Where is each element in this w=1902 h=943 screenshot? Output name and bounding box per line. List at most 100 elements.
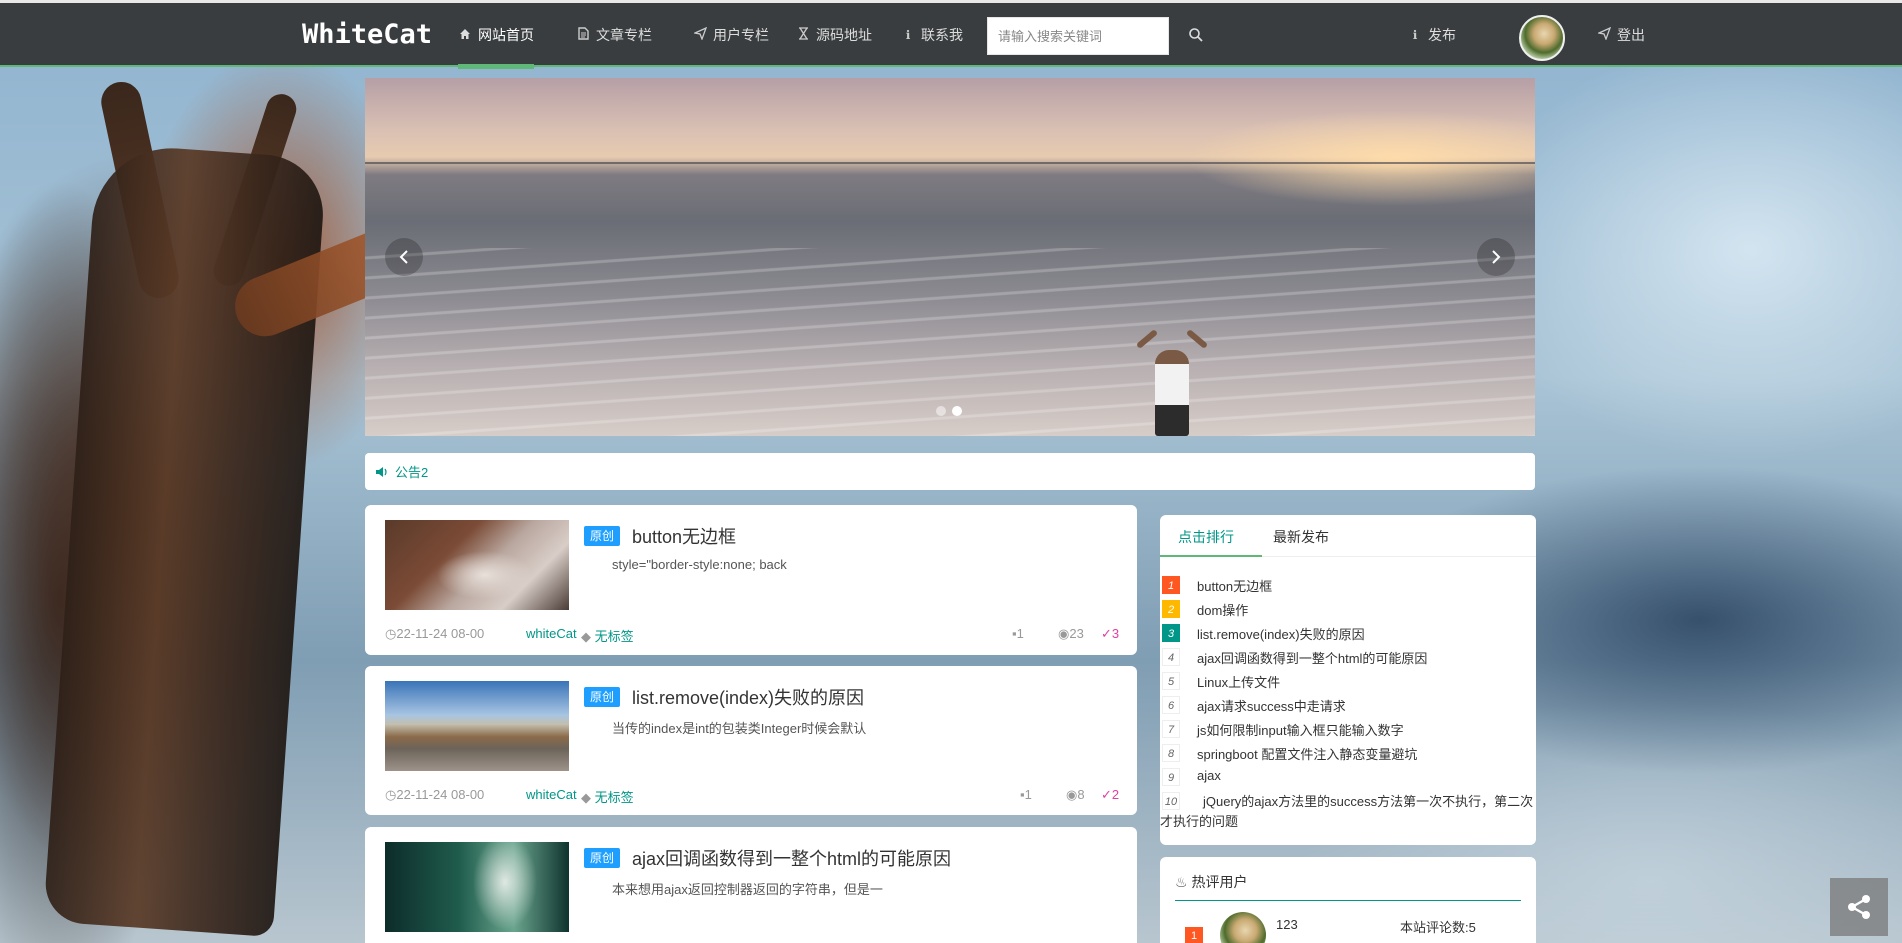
rank-panel: 点击排行 最新发布 1 button无边框 2 dom操作 3 list.remove… bbox=[1160, 515, 1536, 845]
hot-user-name[interactable]: 123 bbox=[1276, 917, 1298, 932]
rank-tabs: 点击排行 最新发布 bbox=[1160, 515, 1536, 557]
tag-icon: ◆ bbox=[581, 629, 591, 644]
rank-item[interactable]: 3 list.remove(index)失败的原因 bbox=[1160, 621, 1536, 645]
info-icon: ℹ bbox=[905, 28, 911, 42]
article-title[interactable]: ajax回调函数得到一整个html的可能原因 bbox=[632, 845, 951, 871]
site-logo[interactable]: WhiteCat bbox=[302, 19, 432, 50]
rank-title[interactable]: button无边框 bbox=[1197, 576, 1272, 595]
search-button[interactable] bbox=[1188, 27, 1206, 45]
search-input[interactable] bbox=[987, 17, 1169, 55]
article-tag-text: 无标签 bbox=[594, 790, 634, 805]
rank-item[interactable]: 1 button无边框 bbox=[1160, 573, 1536, 597]
tab-active-indicator bbox=[1160, 555, 1262, 557]
carousel-next-button[interactable] bbox=[1477, 238, 1515, 276]
carousel-prev-button[interactable] bbox=[385, 238, 423, 276]
rank-title[interactable]: ajax请求success中走请求 bbox=[1197, 696, 1346, 715]
article-comments: ▪1 bbox=[1020, 787, 1032, 802]
chevron-right-icon bbox=[1492, 250, 1501, 264]
article-likes[interactable]: ✓3 bbox=[1101, 626, 1119, 642]
article-card[interactable]: 原创 ajax回调函数得到一整个html的可能原因 本来想用ajax返回控制器返… bbox=[365, 827, 1137, 943]
original-badge: 原创 bbox=[584, 687, 621, 707]
tab-latest[interactable]: 最新发布 bbox=[1273, 527, 1329, 547]
article-author[interactable]: whiteCat bbox=[526, 626, 577, 641]
article-card[interactable]: 原创 list.remove(index)失败的原因 当传的index是int的… bbox=[365, 666, 1137, 815]
hot-user-rank: 1 bbox=[1185, 927, 1203, 943]
nav-item-label: 用户专栏 bbox=[713, 27, 769, 43]
article-author[interactable]: whiteCat bbox=[526, 787, 577, 802]
carousel-indicators bbox=[936, 406, 962, 416]
notice-text[interactable]: 公告2 bbox=[395, 462, 428, 481]
user-avatar[interactable] bbox=[1519, 15, 1565, 61]
chevron-left-icon bbox=[399, 250, 408, 264]
like-count: 2 bbox=[1111, 787, 1120, 802]
rank-item[interactable]: 9 ajax bbox=[1160, 765, 1536, 789]
eye-icon: ◉ bbox=[1058, 626, 1070, 641]
article-tag[interactable]: ◆ 无标签 bbox=[581, 626, 634, 645]
nav-item-label: 联系我 bbox=[921, 27, 963, 43]
comment-count: 1 bbox=[1016, 626, 1024, 641]
nav-item-home[interactable]: 网站首页 bbox=[458, 3, 534, 69]
paper-plane-icon bbox=[692, 26, 707, 43]
article-title[interactable]: list.remove(index)失败的原因 bbox=[632, 684, 864, 710]
article-thumbnail[interactable] bbox=[385, 681, 569, 771]
nav-item-source[interactable]: 源码地址 bbox=[796, 3, 872, 67]
rank-number: 9 bbox=[1162, 768, 1180, 786]
hot-user-avatar[interactable] bbox=[1220, 912, 1266, 943]
rank-title[interactable]: springboot 配置文件注入静态变量避坑 bbox=[1197, 744, 1417, 763]
rank-title[interactable]: ajax bbox=[1197, 768, 1221, 783]
rank-item[interactable]: 10 jQuery的ajax方法里的success方法第一次不执行，第二次才执行的… bbox=[1160, 789, 1536, 833]
share-button[interactable] bbox=[1830, 878, 1888, 936]
rank-title[interactable]: ajax回调函数得到一整个html的可能原因 bbox=[1197, 648, 1427, 667]
nav-item-articles[interactable]: 文章专栏 bbox=[576, 3, 652, 67]
clock-icon: ◷ bbox=[385, 626, 397, 641]
nav-item-users[interactable]: 用户专栏 bbox=[692, 3, 769, 67]
article-meta: ◷22-11-24 08-00 whiteCat ◆ 无标签 ▪1 ◉8 ✓2 bbox=[385, 787, 1119, 806]
publish-label: 发布 bbox=[1428, 27, 1456, 43]
comment-count: 1 bbox=[1024, 787, 1032, 802]
nav-item-label: 网站首页 bbox=[478, 27, 534, 43]
rank-title[interactable]: list.remove(index)失败的原因 bbox=[1197, 624, 1365, 643]
article-thumbnail[interactable] bbox=[385, 842, 569, 932]
nav-item-label: 文章专栏 bbox=[596, 27, 652, 43]
rank-number: 7 bbox=[1162, 720, 1180, 738]
article-thumbnail[interactable] bbox=[385, 520, 569, 610]
carousel-dot-active[interactable] bbox=[952, 406, 962, 416]
article-summary: style="border-style:none; back bbox=[612, 557, 787, 572]
top-navbar: WhiteCat 网站首页 文章专栏 用户专栏 源码地址 ℹ 联系我 ℹ 发布 bbox=[0, 0, 1902, 69]
eye-icon: ◉ bbox=[1066, 787, 1078, 802]
rank-item[interactable]: 2 dom操作 bbox=[1160, 597, 1536, 621]
nav-publish[interactable]: ℹ 发布 bbox=[1408, 3, 1456, 67]
rank-title[interactable]: jQuery的ajax方法里的success方法第一次不执行，第二次才执行的问题 bbox=[1160, 792, 1536, 832]
tab-click-rank[interactable]: 点击排行 bbox=[1178, 527, 1234, 547]
rank-title[interactable]: dom操作 bbox=[1197, 600, 1248, 619]
article-tag[interactable]: ◆ 无标签 bbox=[581, 787, 634, 806]
rank-item[interactable]: 5 Linux上传文件 bbox=[1160, 669, 1536, 693]
rank-title[interactable]: js如何限制input输入框只能输入数字 bbox=[1197, 720, 1404, 739]
carousel-image-person bbox=[1155, 350, 1189, 436]
rank-number: 1 bbox=[1162, 576, 1180, 594]
article-title[interactable]: button无边框 bbox=[632, 523, 736, 549]
rank-item[interactable]: 4 ajax回调函数得到一整个html的可能原因 bbox=[1160, 645, 1536, 669]
like-count: 3 bbox=[1111, 626, 1120, 641]
carousel-dot[interactable] bbox=[936, 406, 946, 416]
rank-number: 5 bbox=[1162, 672, 1180, 690]
banner-carousel[interactable] bbox=[365, 78, 1535, 436]
article-likes[interactable]: ✓2 bbox=[1101, 787, 1119, 803]
rank-item[interactable]: 7 js如何限制input输入框只能输入数字 bbox=[1160, 717, 1536, 741]
article-date: ◷22-11-24 08-00 bbox=[385, 787, 484, 803]
hot-user-comment-count: 本站评论数:5 bbox=[1400, 920, 1476, 935]
fire-icon: ♨ bbox=[1175, 874, 1188, 890]
nav-logout[interactable]: 登出 bbox=[1596, 3, 1645, 67]
article-card[interactable]: 原创 button无边框 style="border-style:none; b… bbox=[365, 505, 1137, 655]
info-icon: ℹ bbox=[1412, 28, 1418, 42]
search-icon bbox=[1189, 28, 1203, 42]
rank-title[interactable]: Linux上传文件 bbox=[1197, 672, 1280, 691]
paper-plane-icon bbox=[1596, 26, 1611, 43]
rank-number: 8 bbox=[1162, 744, 1180, 762]
thumbs-up-icon: ✓ bbox=[1101, 787, 1112, 802]
article-summary: 当传的index是int的包装类Integer时候会默认 bbox=[612, 721, 867, 736]
rank-item[interactable]: 6 ajax请求success中走请求 bbox=[1160, 693, 1536, 717]
nav-item-contact[interactable]: ℹ 联系我 bbox=[901, 3, 963, 67]
speaker-icon bbox=[376, 466, 387, 477]
rank-item[interactable]: 8 springboot 配置文件注入静态变量避坑 bbox=[1160, 741, 1536, 765]
